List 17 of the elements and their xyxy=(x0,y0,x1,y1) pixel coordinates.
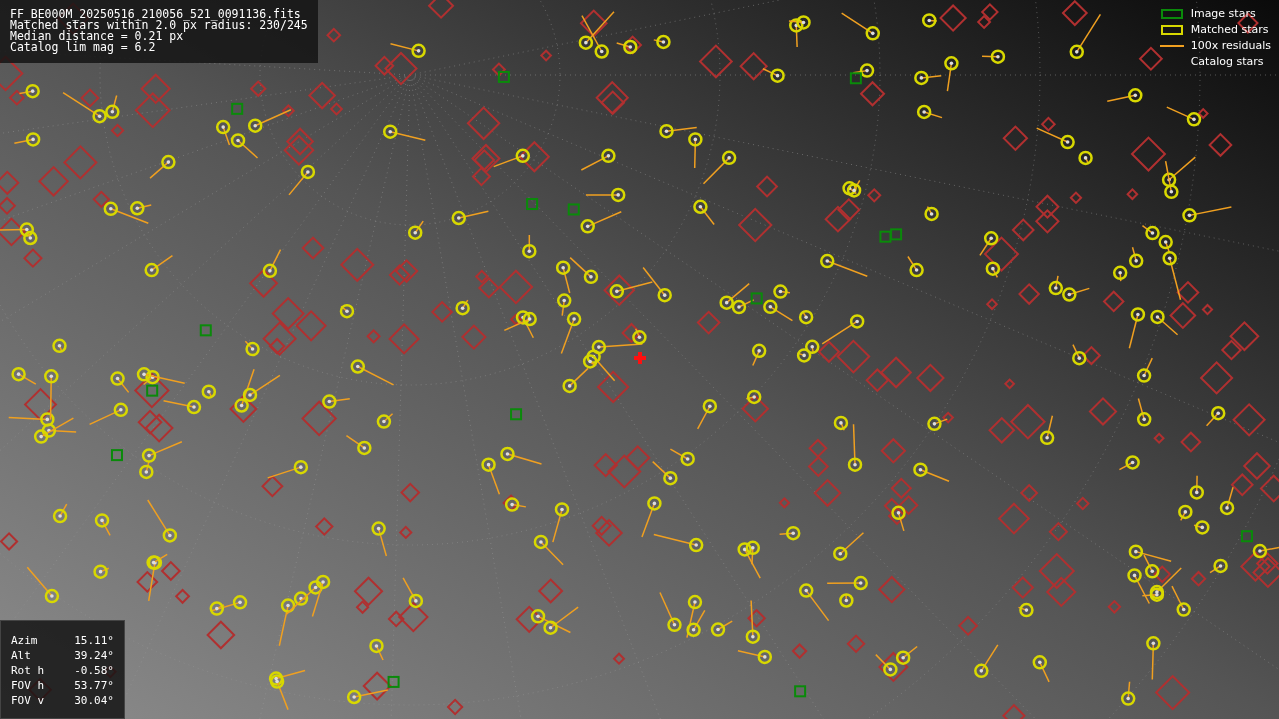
pointing-label: Azim xyxy=(11,633,38,648)
legend-label: Catalog stars xyxy=(1190,55,1264,69)
info-text: Catalog lim mag = 6.2 xyxy=(10,42,157,53)
pointing-value: 15.11° xyxy=(74,633,114,648)
pointing-label: Rot h xyxy=(11,663,45,678)
pointing-label: Alt xyxy=(11,648,31,663)
pointing-label: FOV h xyxy=(11,678,45,693)
legend-label: 100x residuals xyxy=(1190,39,1271,53)
info-text: Median distance = 0.21 px xyxy=(10,31,184,42)
info-text: FF_BE000M_20250516_210056_521_0091136.fits xyxy=(10,9,301,20)
pointing-label: FOV v xyxy=(11,693,45,708)
pointing-value: -0.58° xyxy=(74,663,114,678)
pointing-value: 39.24° xyxy=(74,648,114,663)
pointing-value: 30.04° xyxy=(74,693,114,708)
info-text: Matched stars within 2.0 px radius: 230/245 xyxy=(10,20,309,31)
legend-label: Image stars xyxy=(1190,7,1256,21)
pointing-value: 53.77° xyxy=(74,678,114,693)
